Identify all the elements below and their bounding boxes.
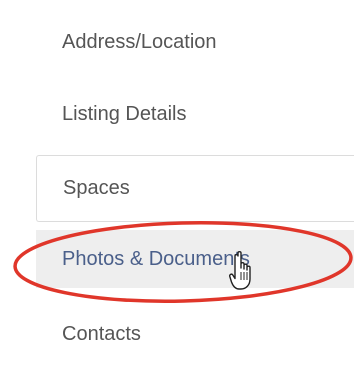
sidebar-item-address-location[interactable]: Address/Location [0,22,354,62]
sidebar-nav: Address/Location Listing Details Spaces … [0,0,354,371]
sidebar-item-photos-documents[interactable]: Photos & Documents [36,230,354,288]
sidebar-item-contacts[interactable]: Contacts [0,314,354,354]
sidebar-item-spaces[interactable]: Spaces [36,155,354,222]
sidebar-item-label: Contacts [62,322,141,345]
sidebar-item-label: Address/Location [62,30,217,53]
sidebar-item-label: Photos & Documents [62,247,250,270]
sidebar-item-label: Spaces [63,177,130,199]
sidebar-item-label: Listing Details [62,102,187,125]
sidebar-item-listing-details[interactable]: Listing Details [0,94,354,134]
